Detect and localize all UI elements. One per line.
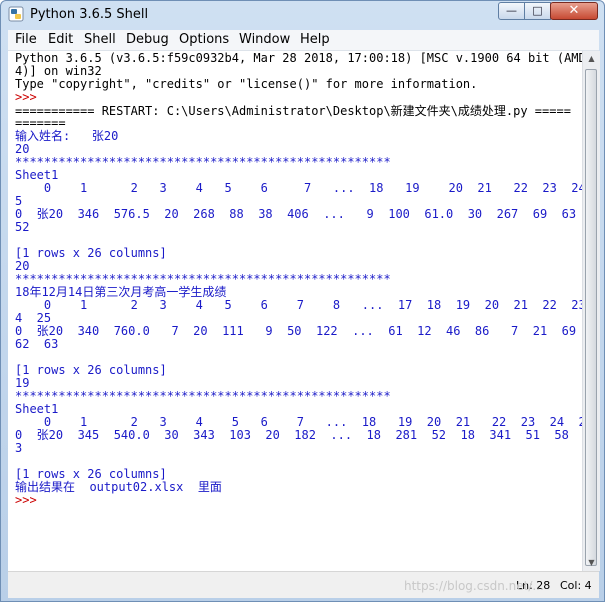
shell-line: 3 [15,441,23,455]
python-icon [8,6,24,22]
status-col: Col: 4 [560,579,592,592]
scroll-up-icon[interactable]: ▲ [583,51,600,67]
shell-line: >>> [15,90,44,104]
minimize-button[interactable]: — [498,2,525,20]
menu-debug[interactable]: Debug [126,32,169,47]
shell-line: =========== RESTART: C:\Users\Administra… [15,104,571,118]
shell-line: 52 [15,220,30,234]
shell-line: [1 rows x 26 columns] [15,246,167,260]
shell-line: 输入姓名: 张20 [15,129,119,143]
scroll-down-icon[interactable]: ▼ [583,555,600,571]
shell-text-area[interactable]: Python 3.6.5 (v3.6.5:f59c0932b4, Mar 28 … [8,51,582,571]
window-title: Python 3.6.5 Shell [30,7,149,22]
close-button[interactable]: ✕ [550,2,598,20]
shell-line: >>> [15,493,44,507]
shell-line: 62 63 [15,337,59,351]
menu-bar: File Edit Shell Debug Options Window Hel… [8,30,599,51]
menu-help[interactable]: Help [300,32,330,47]
maximize-button[interactable]: □ [524,2,551,20]
menu-edit[interactable]: Edit [48,32,73,47]
menu-shell[interactable]: Shell [84,32,116,47]
shell-line: [1 rows x 26 columns] [15,363,167,377]
shell-line: ****************************************… [15,155,391,169]
title-bar[interactable]: Python 3.6.5 Shell — □ ✕ [1,1,604,29]
menu-file[interactable]: File [15,32,37,47]
scrollbar-thumb[interactable] [585,69,597,566]
shell-line: 0 张20 346 576.5 20 268 88 38 406 ... 9 1… [15,207,577,221]
shell-line: Type "copyright", "credits" or "license(… [15,77,478,91]
shell-line: 输出结果在 output02.xlsx 里面 [15,480,222,494]
watermark: https://blog.csdn.net/... [404,579,544,593]
shell-line: 0 张20 345 540.0 30 343 103 20 182 ... 18… [15,428,582,442]
menu-window[interactable]: Window [239,32,290,47]
vertical-scrollbar[interactable]: ▲ ▼ [582,51,600,571]
shell-line: 0 1 2 3 4 5 6 7 8 ... 17 18 19 20 21 22 … [15,298,582,312]
shell-line: 0 张20 340 760.0 7 20 111 9 50 122 ... 61… [15,324,577,338]
shell-line: 0 1 2 3 4 5 6 7 ... 18 19 20 21 22 23 24… [15,181,582,195]
shell-line: ****************************************… [15,389,391,403]
idle-shell-window: Python 3.6.5 Shell — □ ✕ File Edit Shell… [0,0,605,602]
menu-options[interactable]: Options [179,32,229,47]
